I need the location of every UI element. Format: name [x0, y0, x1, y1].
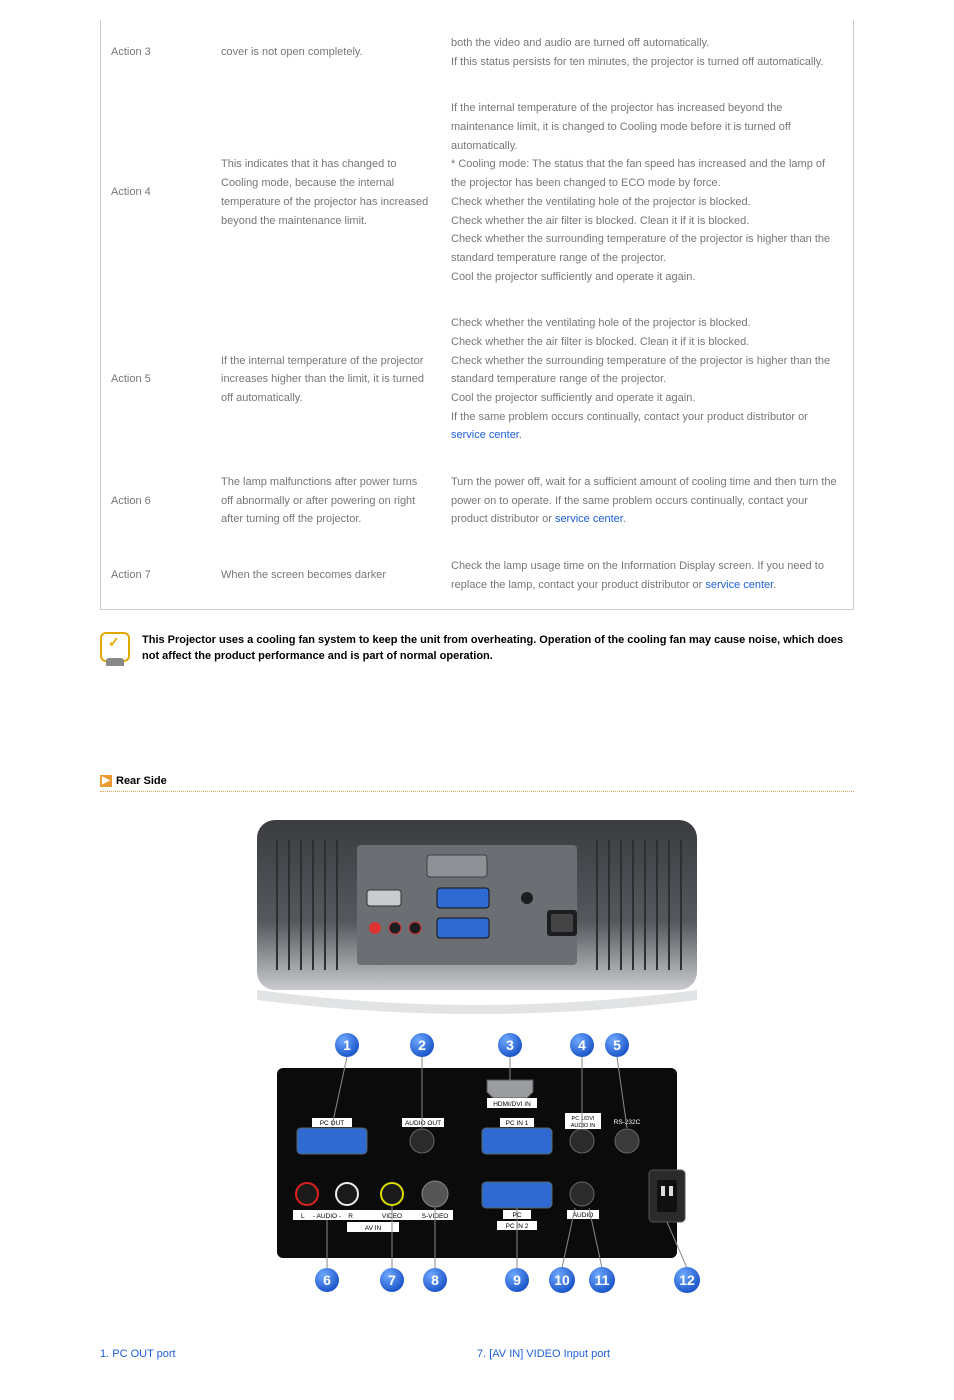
callout-12: 12 — [679, 1272, 695, 1288]
action-remedy: Check the lamp usage time on the Informa… — [441, 543, 854, 609]
port-item-1: 1. PC OUT port — [100, 1348, 477, 1360]
action-label: Action 5 — [101, 300, 212, 459]
action-cause: cover is not open completely. — [211, 20, 441, 85]
action-remedy: If the internal temperature of the proje… — [441, 85, 854, 300]
action-cause: This indicates that it has changed to Co… — [211, 85, 441, 300]
remedy-text: Check whether the ventilating hole of th… — [451, 317, 830, 422]
label-audio-r: R — [348, 1213, 353, 1220]
table-row: Action 3 cover is not open completely. b… — [101, 20, 854, 85]
callout-3: 3 — [506, 1037, 514, 1053]
rear-side-figure: 1 2 3 4 5 HDMI/DVI IN PC OUT AUDIO OUT P… — [100, 810, 854, 1330]
action-label: Action 4 — [101, 85, 212, 300]
callout-11: 11 — [595, 1272, 610, 1288]
service-center-link[interactable]: service center — [555, 513, 623, 525]
callout-4: 4 — [578, 1037, 586, 1053]
label-audio-l: L — [301, 1213, 305, 1220]
table-row: Action 5 If the internal temperature of … — [101, 300, 854, 459]
remedy-text-post: . — [519, 429, 522, 441]
action-remedy: Check whether the ventilating hole of th… — [441, 300, 854, 459]
bullet-icon: ▶ — [100, 775, 112, 787]
action-remedy: Turn the power off, wait for a sufficien… — [441, 459, 854, 543]
callout-8: 8 — [431, 1272, 439, 1288]
label-hdmi: HDMI/DVI IN — [493, 1101, 531, 1108]
callout-5: 5 — [613, 1037, 621, 1053]
remedy-text: Turn the power off, wait for a sufficien… — [451, 476, 837, 525]
action-cause: When the screen becomes darker — [211, 543, 441, 609]
section-title-rear-side: ▶ Rear Side — [100, 775, 854, 787]
remedy-text-post: . — [623, 513, 626, 525]
svg-text:AUDIO IN: AUDIO IN — [571, 1123, 595, 1129]
label-rs232: RS-232C — [614, 1119, 641, 1126]
remedy-text-post: . — [773, 579, 776, 591]
note-text: This Projector uses a cooling fan system… — [142, 632, 854, 665]
callout-10: 10 — [554, 1272, 570, 1288]
callout-6: 6 — [323, 1272, 331, 1288]
table-row: Action 6 The lamp malfunctions after pow… — [101, 459, 854, 543]
label-pc1audio: PC 1/DVI — [572, 1116, 595, 1122]
port-list: 1. PC OUT port 7. [AV IN] VIDEO Input po… — [100, 1348, 854, 1360]
label-audioout: AUDIO OUT — [405, 1120, 441, 1127]
label-pcin1: PC IN 1 — [506, 1120, 529, 1127]
label-audio: - AUDIO - — [313, 1213, 341, 1220]
callout-7: 7 — [388, 1272, 396, 1288]
rear-side-diagram: 1 2 3 4 5 HDMI/DVI IN PC OUT AUDIO OUT P… — [197, 810, 757, 1330]
callout-2: 2 — [418, 1037, 426, 1053]
divider — [100, 791, 854, 792]
action-cause: The lamp malfunctions after power turns … — [211, 459, 441, 543]
action-remedy: both the video and audio are turned off … — [441, 20, 854, 85]
note-icon — [100, 632, 130, 662]
label-avin: AV IN — [365, 1225, 382, 1232]
action-label: Action 6 — [101, 459, 212, 543]
port-item-7: 7. [AV IN] VIDEO Input port — [477, 1348, 854, 1360]
service-center-link[interactable]: service center — [705, 579, 773, 591]
section-title-text: Rear Side — [116, 775, 167, 787]
table-row: Action 7 When the screen becomes darker … — [101, 543, 854, 609]
action-cause: If the internal temperature of the proje… — [211, 300, 441, 459]
note-block: This Projector uses a cooling fan system… — [100, 632, 854, 665]
action-label: Action 3 — [101, 20, 212, 85]
table-row: Action 4 This indicates that it has chan… — [101, 85, 854, 300]
actions-table: Action 3 cover is not open completely. b… — [100, 20, 854, 610]
callout-1: 1 — [343, 1037, 351, 1053]
callout-9: 9 — [513, 1272, 521, 1288]
service-center-link[interactable]: service center — [451, 429, 519, 441]
action-label: Action 7 — [101, 543, 212, 609]
